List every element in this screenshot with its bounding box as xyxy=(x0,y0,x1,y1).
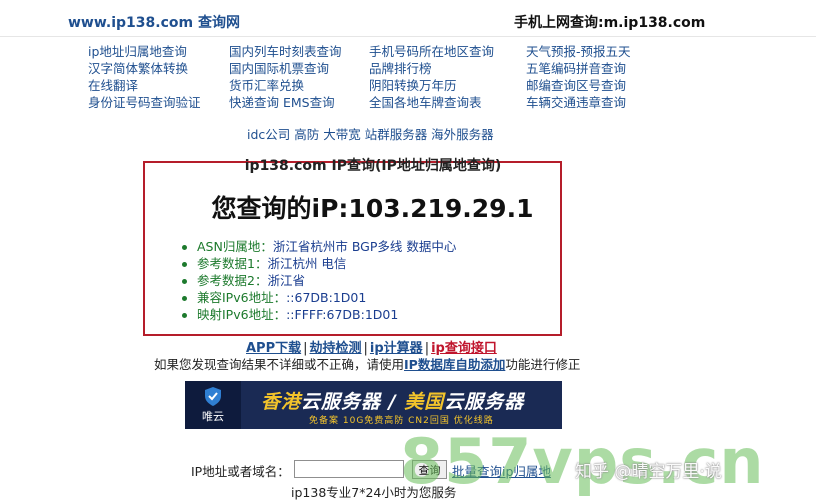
info-label: 映射IPv6地址： xyxy=(197,307,287,322)
info-label: 兼容IPv6地址： xyxy=(197,290,287,305)
nav-express[interactable]: 快递查询 EMS查询 xyxy=(229,95,335,110)
nav-column-3: 手机号码所在地区查询 品牌排行榜 阴阳转换万年历 全国各地车牌查询表 xyxy=(369,43,494,111)
hosting-links[interactable]: idc公司 高防 大带宽 站群服务器 海外服务器 xyxy=(247,124,494,143)
bullet-icon xyxy=(182,296,187,301)
info-value: ::FFFF:67DB:1D01 xyxy=(286,307,399,322)
zhihu-credit: 知乎 @晴空万里·说 xyxy=(575,462,722,482)
nav-license-plate[interactable]: 全国各地车牌查询表 xyxy=(369,95,482,110)
bullet-icon xyxy=(182,262,187,267)
info-label: ASN归属地： xyxy=(197,239,273,254)
result-title: ip138.com IP查询(IP地址归属地查询) xyxy=(244,158,502,174)
nav-wubi-pinyin[interactable]: 五笔编码拼音查询 xyxy=(526,61,626,76)
bullet-icon xyxy=(182,245,187,250)
nav-column-2: 国内列车时刻表查询 国内国际机票查询 货币汇率兑换 快递查询 EMS查询 xyxy=(229,43,342,111)
nav-id-check[interactable]: 身份证号码查询验证 xyxy=(88,95,201,110)
query-label: IP地址或者域名： xyxy=(191,464,290,479)
info-mapped-ipv6: 映射IPv6地址：::FFFF:67DB:1D01 xyxy=(182,306,456,323)
notice-text-before: 如果您发现查询结果不详细或不正确，请使用 xyxy=(154,357,405,372)
nav-column-4: 天气预报-预报五天 五笔编码拼音查询 邮编查询区号查询 车辆交通违章查询 xyxy=(526,43,631,111)
nav-brand-ranking[interactable]: 品牌排行榜 xyxy=(369,61,432,76)
correction-notice: 如果您发现查询结果不详细或不正确，请使用IP数据库自助添加功能进行修正 xyxy=(154,354,580,373)
ip-info-list: ASN归属地：浙江省杭州市 BGP多线 数据中心 参考数据1：浙江杭州 电信 参… xyxy=(182,238,456,323)
bullet-icon xyxy=(182,279,187,284)
banner-hk: 香港 xyxy=(261,391,302,413)
info-label: 参考数据1： xyxy=(197,256,268,271)
info-reference-1: 参考数据1：浙江杭州 电信 xyxy=(182,255,456,272)
shield-icon xyxy=(205,387,221,406)
nav-column-1: ip地址归属地查询 汉字简体繁体转换 在线翻译 身份证号码查询验证 xyxy=(88,43,201,111)
notice-text-after: 功能进行修正 xyxy=(505,357,581,372)
nav-weather[interactable]: 天气预报-预报五天 xyxy=(526,44,631,59)
banner-cloud-1: 云服务器 xyxy=(301,391,382,413)
nav-chinese-convert[interactable]: 汉字简体繁体转换 xyxy=(88,61,188,76)
info-reference-2: 参考数据2：浙江省 xyxy=(182,272,456,289)
nav-traffic-violation[interactable]: 车辆交通违章查询 xyxy=(526,95,626,110)
ip-database-add-link[interactable]: IP数据库自助添加 xyxy=(404,357,505,372)
queried-ip: 您查询的iP:103.219.29.1 xyxy=(211,194,534,223)
banner-slash: / xyxy=(381,391,405,413)
ip-query-input[interactable] xyxy=(294,460,404,478)
nav-phone-lookup[interactable]: 手机号码所在地区查询 xyxy=(369,44,494,59)
info-value: 浙江省 xyxy=(267,273,305,288)
info-value: ::67DB:1D01 xyxy=(286,290,367,305)
info-value: 浙江杭州 电信 xyxy=(267,256,347,271)
info-value: 浙江省杭州市 BGP多线 数据中心 xyxy=(272,239,457,254)
info-label: 参考数据2： xyxy=(197,273,268,288)
nav-train-schedule[interactable]: 国内列车时刻表查询 xyxy=(229,44,342,59)
cloud-server-banner[interactable]: 唯云 香港云服务器 / 美国云服务器 免备案 10G免费高防 CN2回国 优化线… xyxy=(185,381,562,429)
nav-currency[interactable]: 货币汇率兑换 xyxy=(229,78,304,93)
nav-ip-lookup[interactable]: ip地址归属地查询 xyxy=(88,44,187,59)
banner-us: 美国 xyxy=(404,391,445,413)
nav-calendar[interactable]: 阴阳转换万年历 xyxy=(369,78,457,93)
nav-translate[interactable]: 在线翻译 xyxy=(88,78,138,93)
nav-postcode[interactable]: 邮编查询区号查询 xyxy=(526,78,626,93)
nav-flight-tickets[interactable]: 国内国际机票查询 xyxy=(229,61,329,76)
info-asn: ASN归属地：浙江省杭州市 BGP多线 数据中心 xyxy=(182,238,456,255)
banner-headline: 香港云服务器 / 美国云服务器 xyxy=(261,387,524,414)
banner-logo: 唯云 xyxy=(185,381,241,429)
banner-brand: 唯云 xyxy=(202,410,224,423)
banner-cloud-2: 云服务器 xyxy=(444,391,525,413)
mobile-site-link[interactable]: 手机上网查询:m.ip138.com xyxy=(514,12,705,32)
info-compatible-ipv6: 兼容IPv6地址：::67DB:1D01 xyxy=(182,289,456,306)
bullet-icon xyxy=(182,313,187,318)
header-divider xyxy=(0,36,816,37)
site-title[interactable]: www.ip138.com 查询网 xyxy=(68,12,240,32)
